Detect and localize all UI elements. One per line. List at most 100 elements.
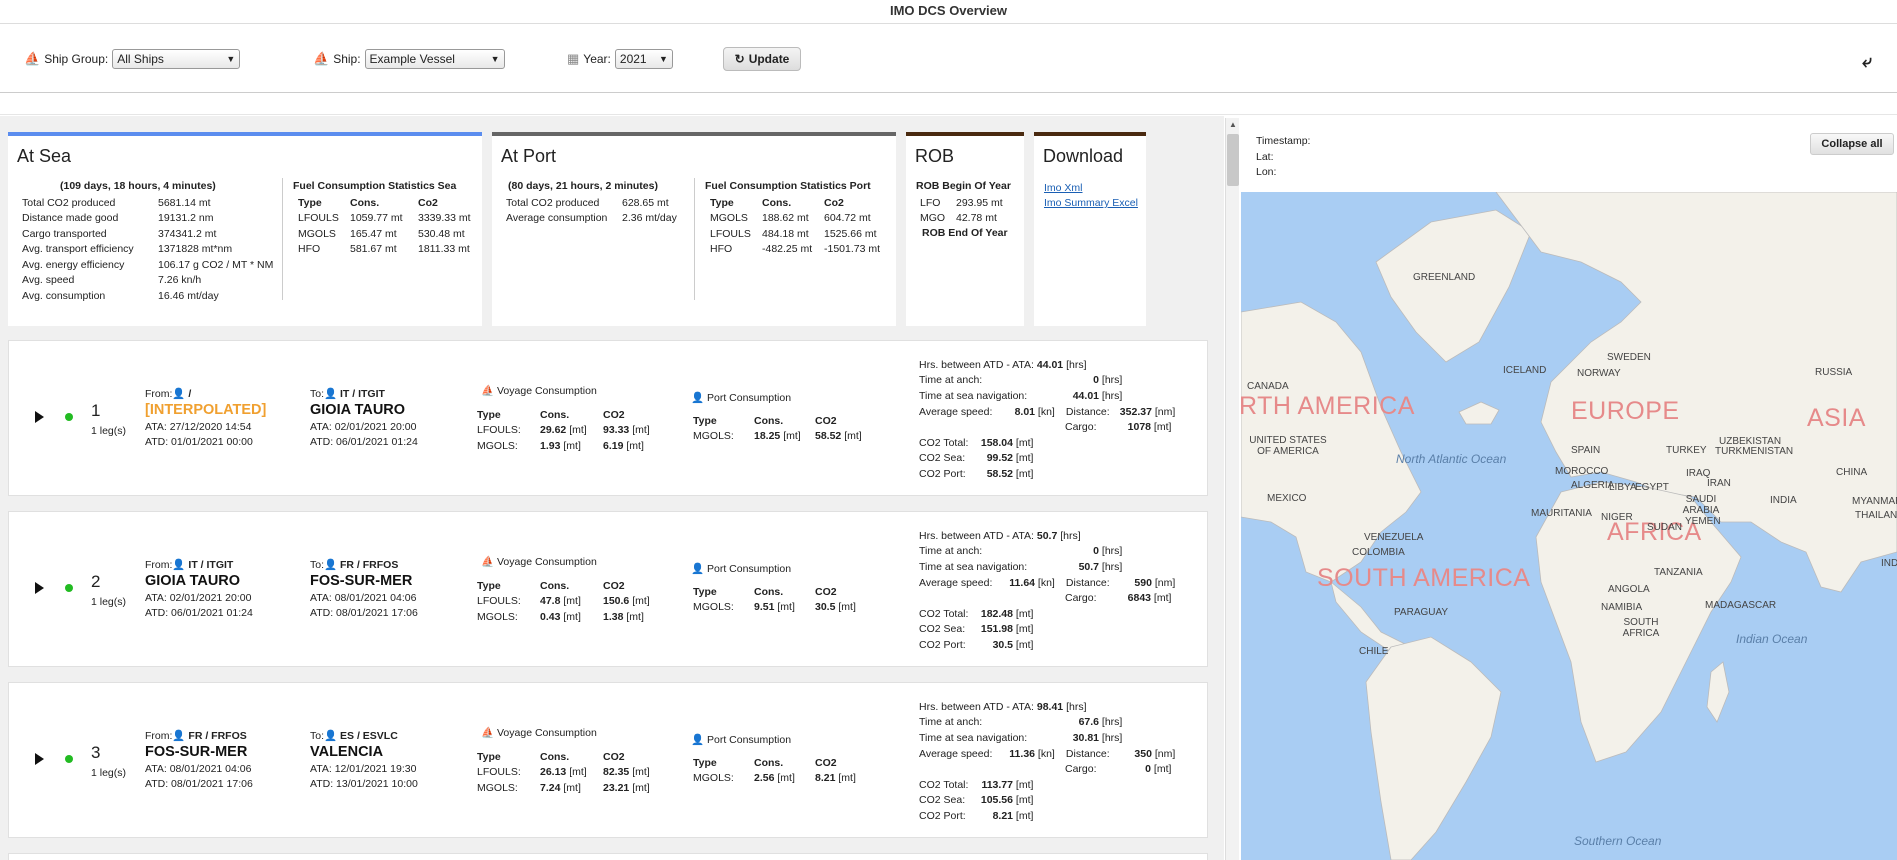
col-cons: Cons. bbox=[762, 196, 792, 209]
summary-row: Time at anch: 0 [hrs] bbox=[919, 373, 1175, 389]
to-ata: ATA: 12/01/2021 19:30 bbox=[310, 763, 417, 775]
unit: [hrs] bbox=[1066, 358, 1087, 371]
to-code: ES / ESVLC bbox=[340, 730, 398, 742]
summary-label: Time at sea navigation: bbox=[919, 389, 1028, 402]
stat-value: 5681.14 mt bbox=[158, 196, 211, 209]
fuel-type: MGOLS: bbox=[693, 772, 734, 785]
summary-row: Average speed: 8.01 [kn] Distance: 352.37 [… bbox=[919, 404, 1175, 420]
fuel-header-row: Type Cons. Co2 bbox=[710, 195, 880, 211]
country-label: NIGER bbox=[1601, 512, 1633, 523]
from-ata: ATA: 08/01/2021 04:06 bbox=[145, 763, 252, 775]
voyage-consumption-title: ⛵ Voyage Consumption bbox=[481, 384, 597, 397]
fuel-row: LFOULS 1059.77 mt 3339.33 mt bbox=[298, 211, 471, 227]
summary-label: Distance: bbox=[1065, 576, 1110, 589]
stat-value: 1371828 mt*nm bbox=[158, 243, 233, 256]
world-map[interactable]: RTH AMERICA EUROPE ASIA AFRICA SOUTH AME… bbox=[1241, 192, 1897, 860]
voyage-leg-row[interactable]: 2 1 leg(s) From:👤 IT / ITGIT GIOIA TAURO… bbox=[8, 511, 1208, 667]
imo-xml-link[interactable]: Imo Xml bbox=[1044, 182, 1138, 194]
summary-label: Distance: bbox=[1065, 747, 1110, 760]
summary-label: Hrs. between ATD - ATA: bbox=[919, 358, 1034, 371]
fuel-co2: 30.5 bbox=[815, 601, 836, 614]
leg-summary: Hrs. between ATD - ATA: 98.41 [hrs] Time… bbox=[919, 699, 1175, 824]
leg-summary: Hrs. between ATD - ATA: 44.01 [hrs] Time… bbox=[919, 357, 1175, 482]
fuel-type: HFO bbox=[710, 243, 733, 256]
to-atd: ATD: 13/01/2021 10:00 bbox=[310, 778, 418, 790]
unit: [nm] bbox=[1154, 747, 1176, 760]
fuel-type: MGOLS: bbox=[477, 610, 518, 623]
collapse-all-button[interactable]: Collapse all bbox=[1810, 133, 1894, 155]
expand-icon[interactable] bbox=[35, 411, 44, 423]
rob-fuel: LFO bbox=[920, 196, 941, 209]
country-label: INDIA bbox=[1770, 495, 1797, 506]
summary-label: Time at anch: bbox=[919, 716, 983, 729]
ship-group-label: Ship Group: bbox=[44, 52, 109, 66]
to-port-name: FOS-SUR-MER bbox=[310, 573, 413, 589]
country-label: NORWAY bbox=[1577, 368, 1621, 379]
fuel-type: HFO bbox=[298, 243, 321, 256]
fuel-co2: 604.72 mt bbox=[824, 212, 871, 225]
toolbar-spacer bbox=[0, 95, 1897, 115]
scroll-thumb[interactable] bbox=[1227, 134, 1239, 186]
unit: [hrs] bbox=[1101, 731, 1123, 744]
col-co2: CO2 bbox=[815, 414, 837, 427]
fuel-type: MGOLS: bbox=[477, 439, 518, 452]
fuel-cons: 581.67 mt bbox=[350, 243, 397, 256]
col-co2: CO2 bbox=[603, 750, 625, 763]
stat-value: 19131.2 nm bbox=[158, 212, 214, 225]
update-button[interactable]: ↻ Update bbox=[723, 47, 801, 71]
port-consumption-title: 👤 Port Consumption bbox=[691, 733, 791, 746]
mini-header: Type Cons. CO2 bbox=[477, 749, 650, 765]
from-port-name: [INTERPOLATED] bbox=[145, 402, 267, 418]
summary-value: 113.77 bbox=[981, 778, 1013, 791]
ship-label: Ship: bbox=[333, 52, 361, 66]
country-label: SWEDEN bbox=[1607, 352, 1651, 363]
voyage-leg-row[interactable]: 1 1 leg(s) From:👤 / [INTERPOLATED] ATA: … bbox=[8, 340, 1208, 496]
ship-select[interactable]: Example Vessel ▼ bbox=[364, 49, 505, 69]
mini-header: Type Cons. CO2 bbox=[477, 578, 650, 594]
mini-header: Type Cons. CO2 bbox=[693, 755, 856, 771]
download-title: Download bbox=[1043, 146, 1124, 166]
stat-row: Total CO2 produced 628.65 mt bbox=[506, 195, 677, 211]
divider bbox=[694, 178, 695, 300]
download-links: Imo Xml Imo Summary Excel bbox=[1044, 182, 1138, 212]
stat-row: Total CO2 produced 5681.14 mt bbox=[22, 195, 273, 211]
fuel-header-row: Type Cons. Co2 bbox=[298, 195, 471, 211]
stat-row: Avg. energy efficiency 106.17 g CO2 / MT … bbox=[22, 257, 273, 273]
fuel-co2: 82.35 bbox=[603, 766, 630, 779]
ship-group-select[interactable]: All Ships ▼ bbox=[112, 49, 241, 69]
fuel-row: MGOLS 188.62 mt 604.72 mt bbox=[710, 211, 880, 227]
summary-row: CO2 Sea: 105.56 [mt] bbox=[919, 793, 1175, 809]
ship-value: Example Vessel bbox=[369, 52, 455, 66]
summary-label: CO2 Total: bbox=[919, 778, 969, 791]
stat-value: 628.65 mt bbox=[622, 196, 669, 209]
voyage-leg-row-partial[interactable] bbox=[8, 853, 1208, 860]
voyage-leg-row[interactable]: 3 1 leg(s) From:👤 FR / FRFOS FOS-SUR-MER… bbox=[8, 682, 1208, 838]
stat-value: 106.17 g CO2 / MT * NM bbox=[158, 258, 274, 271]
mini-header: Type Cons. CO2 bbox=[693, 584, 856, 600]
summary-row: CO2 Total: 113.77 [mt] bbox=[919, 777, 1175, 793]
from-label: From:👤 IT / ITGIT bbox=[145, 558, 233, 571]
summary-value: 151.98 bbox=[980, 623, 1013, 636]
expand-icon[interactable] bbox=[35, 582, 44, 594]
summary-row: Average speed: 11.36 [kn] Distance: 350 [nm… bbox=[919, 746, 1175, 762]
fuel-row: LFOULS 484.18 mt 1525.66 mt bbox=[710, 226, 880, 242]
at-sea-title: At Sea bbox=[17, 146, 72, 166]
mini-row: LFOULS: 29.62 [mt] 93.33 [mt] bbox=[477, 423, 650, 439]
stat-label: Avg. speed bbox=[22, 274, 75, 287]
expand-icon[interactable] bbox=[35, 753, 44, 765]
imo-summary-excel-link[interactable]: Imo Summary Excel bbox=[1044, 197, 1138, 209]
scroll-up-icon[interactable]: ▲ bbox=[1229, 120, 1237, 129]
summary-label: Time at sea navigation: bbox=[919, 731, 1028, 744]
year-select[interactable]: 2021 ▼ bbox=[614, 49, 673, 69]
unit: [kn] bbox=[1037, 405, 1055, 418]
land-greenland bbox=[1375, 209, 1532, 363]
return-arrow-icon[interactable]: ⤶ bbox=[1862, 51, 1872, 72]
summary-value: 590 bbox=[1134, 576, 1152, 589]
country-label: MEXICO bbox=[1267, 493, 1307, 504]
stat-row: Avg. consumption 16.46 mt/day bbox=[22, 288, 273, 304]
rob-row: LFO 293.95 mt bbox=[920, 195, 1003, 211]
fuel-co2: 6.19 bbox=[603, 439, 624, 452]
left-pane-scrollbar[interactable]: ▲ bbox=[1225, 118, 1239, 860]
at-port-stats: Total CO2 produced 628.65 mt Average cons… bbox=[506, 195, 677, 226]
ship-group-icon: ⛵ bbox=[24, 51, 41, 66]
